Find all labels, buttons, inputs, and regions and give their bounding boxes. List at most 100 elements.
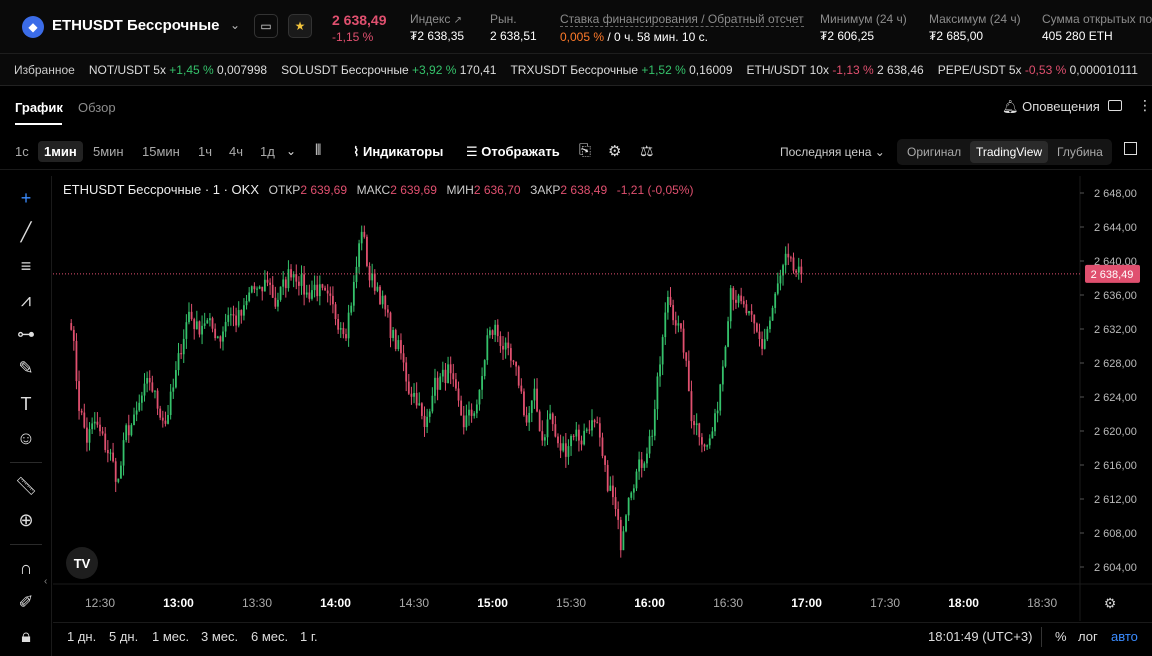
candle-body xyxy=(708,438,711,446)
fav-item[interactable]: NOT/USDT 5x +1,45 % 0,007998 xyxy=(89,63,267,77)
lock-drawing-icon[interactable]: ✐ xyxy=(13,590,39,614)
candle-body xyxy=(216,336,219,339)
projection-icon[interactable]: ⊶ xyxy=(13,322,39,346)
pair-title[interactable]: ETHUSDT Бессрочные xyxy=(52,17,219,34)
alerts-button[interactable]: 🔔︎ Оповещения xyxy=(1002,99,1100,115)
candle-body xyxy=(800,266,803,274)
timeframe-15min[interactable]: 15мин xyxy=(142,144,180,159)
timeframe-1min[interactable]: 1мин xyxy=(38,141,83,162)
display-button[interactable]: ☰ Отображать xyxy=(466,144,560,160)
candle-body xyxy=(70,323,73,330)
crosshair-icon[interactable]: + xyxy=(13,186,39,210)
view-depth[interactable]: Глубина xyxy=(1057,145,1103,159)
fav-item[interactable]: SOLUSDT Бессрочные +3,92 % 170,41 xyxy=(281,63,496,77)
chart-area[interactable]: 2 648,00 2 644,00 2 640,00 2 636,00 2 632,00… xyxy=(53,176,1152,621)
range-1m[interactable]: 1 мес. xyxy=(152,629,189,644)
fib-lines-icon[interactable]: ≡ xyxy=(13,254,39,278)
fullscreen-icon[interactable] xyxy=(1124,142,1137,155)
text-icon[interactable]: T xyxy=(13,392,39,416)
indicators-button[interactable]: ⌇ Индикаторы xyxy=(353,144,443,160)
chevron-down-icon[interactable]: ⌄ xyxy=(230,18,240,32)
candle-body xyxy=(742,301,745,305)
timeframe-4h[interactable]: 4ч xyxy=(229,144,243,159)
x-tick-label: 17:30 xyxy=(870,596,900,610)
candle-body xyxy=(755,323,758,332)
candle-body xyxy=(106,449,109,454)
scale-icon[interactable]: ⚖ xyxy=(640,142,653,160)
collapse-arrow-icon[interactable]: ‹ xyxy=(44,576,47,587)
candle-body xyxy=(300,274,303,286)
favorites-label[interactable]: Избранное xyxy=(14,63,75,77)
template-icon[interactable]: ⎘ xyxy=(579,142,591,159)
range-1y[interactable]: 1 г. xyxy=(300,629,318,644)
timeframe-1s[interactable]: 1с xyxy=(15,144,29,159)
brush-icon[interactable]: ✎ xyxy=(13,356,39,380)
range-3m[interactable]: 3 мес. xyxy=(201,629,238,644)
candle-body xyxy=(538,411,541,432)
candle-body xyxy=(648,436,651,454)
legend-low-label: МИН xyxy=(446,183,474,197)
candle-body xyxy=(75,340,78,382)
range-6m[interactable]: 6 мес. xyxy=(251,629,288,644)
candle-body xyxy=(392,330,395,338)
fav-item[interactable]: TRXUSDT Бессрочные +1,52 % 0,16009 xyxy=(510,63,732,77)
emoji-icon[interactable]: ☺ xyxy=(13,426,39,450)
tab-chart[interactable]: График xyxy=(15,100,63,115)
log-toggle[interactable]: лог xyxy=(1078,629,1098,644)
range-5d[interactable]: 5 дн. xyxy=(109,629,138,644)
ruler-icon[interactable]: 📏︎ xyxy=(13,474,39,498)
gear-icon[interactable]: ⚙ xyxy=(608,142,621,160)
percent-toggle[interactable]: % xyxy=(1055,629,1067,644)
candle-body xyxy=(666,296,669,313)
view-tradingview[interactable]: TradingView xyxy=(970,141,1049,163)
price-source-select[interactable]: Последняя цена ⌄ xyxy=(780,145,885,159)
axis-settings-icon[interactable]: ⚙ xyxy=(1104,595,1117,611)
stat-value: 2 638,51 xyxy=(490,29,537,43)
fav-item[interactable]: ETH/USDT 10x -1,13 % 2 638,46 xyxy=(747,63,924,77)
candle-body xyxy=(287,269,290,289)
clock[interactable]: 18:01:49 (UTC+3) xyxy=(928,629,1032,644)
y-tick-label: 2 620,00 xyxy=(1094,426,1137,438)
candles-icon[interactable]: ⫴ xyxy=(315,142,321,159)
range-1d[interactable]: 1 дн. xyxy=(67,629,96,644)
stat-funding[interactable]: Ставка финансирования / Обратный отсчет … xyxy=(560,12,804,44)
stat-label: Минимум (24 ч) xyxy=(820,12,907,26)
candle-body xyxy=(368,265,371,281)
y-tick-label: 2 628,00 xyxy=(1094,358,1137,370)
zoom-in-icon[interactable]: ⊕ xyxy=(13,508,39,532)
view-original[interactable]: Оригинал xyxy=(907,145,961,159)
fav-item[interactable]: PEPE/USDT 5x -0,53 % 0,000010111 xyxy=(938,63,1138,77)
candlestick-chart[interactable]: 2 648,002 644,002 640,002 636,002 632,00… xyxy=(53,176,1152,621)
stat-mark: Рын. 2 638,51 xyxy=(490,12,537,43)
candle-body xyxy=(428,411,431,417)
star-icon[interactable]: ★ xyxy=(288,14,312,38)
tradingview-logo[interactable]: TV xyxy=(66,547,98,579)
trendline-icon[interactable]: ╱ xyxy=(13,220,39,244)
candle-body xyxy=(520,385,523,392)
book-icon[interactable]: ▭ xyxy=(254,14,278,38)
auto-toggle[interactable]: авто xyxy=(1111,629,1138,644)
timeframe-5min[interactable]: 5мин xyxy=(93,144,124,159)
timeframe-1h[interactable]: 1ч xyxy=(198,144,212,159)
tab-overview[interactable]: Обзор xyxy=(78,100,116,115)
candle-body xyxy=(758,331,761,339)
chevron-down-icon[interactable]: ⌄ xyxy=(286,144,296,158)
magnet-icon[interactable]: ∩ xyxy=(13,556,39,580)
timeframe-1d[interactable]: 1д xyxy=(260,144,275,159)
candle-body xyxy=(172,387,175,392)
stat-open-interest: Сумма открытых поз 405 280 ETH xyxy=(1042,12,1152,43)
candle-body xyxy=(614,497,617,509)
pattern-icon[interactable]: ⩘ xyxy=(13,288,39,312)
candle-body xyxy=(580,440,583,445)
candle-body xyxy=(400,340,402,354)
candle-body xyxy=(481,376,483,390)
candle-body xyxy=(664,312,667,338)
candle-body xyxy=(496,324,499,337)
candle-body xyxy=(326,290,329,294)
more-icon[interactable]: ⋮ xyxy=(1138,97,1152,114)
candle-body xyxy=(653,409,656,436)
lock-icon[interactable]: 🔒︎ xyxy=(13,624,39,648)
candle-body xyxy=(640,459,643,468)
layout-icon[interactable] xyxy=(1108,100,1122,111)
candle-body xyxy=(211,318,214,329)
